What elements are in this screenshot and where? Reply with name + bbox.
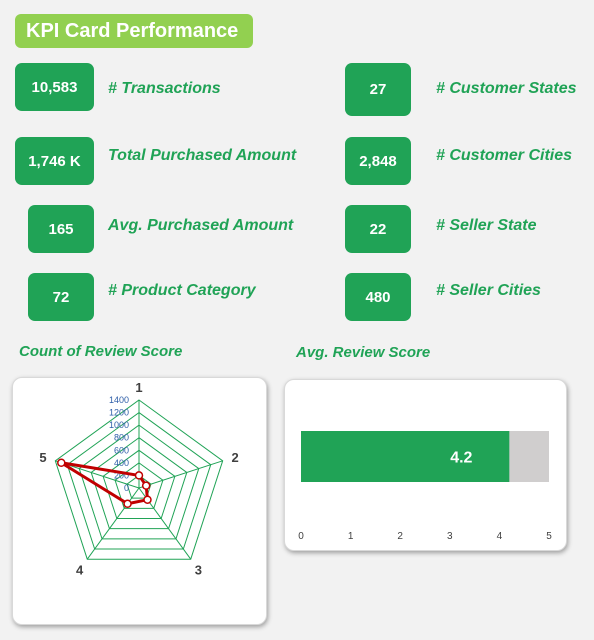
kpi-customer-states-value: 27 [345, 63, 411, 116]
kpi-product-category-value: 72 [28, 273, 94, 321]
radar-tick-label: 1200 [109, 408, 129, 418]
kpi-customer-cities-value: 2,848 [345, 137, 411, 185]
radar-chart: 020040060080010001200140012345 [39, 380, 238, 578]
kpi-product-category-label: # Product Category [108, 282, 256, 299]
bar-data-label: 4.2 [450, 450, 472, 467]
radar-point [143, 495, 152, 504]
kpi-avg-purchased-value: 165 [28, 205, 94, 253]
bar-chart-card: 4.2 0 1 2 3 4 5 [284, 379, 567, 551]
radar-category-label: 1 [135, 380, 142, 395]
radar-category-label: 2 [231, 450, 238, 465]
bar-axis-tick-label: 5 [546, 531, 552, 542]
radar-category-label: 5 [39, 450, 46, 465]
radar-chart-title: Count of Review Score [19, 343, 183, 360]
radar-point [134, 471, 144, 480]
kpi-customer-cities-label: # Customer Cities [436, 147, 573, 164]
bar-axis-tick-label: 4 [497, 531, 503, 542]
radar-series-line [59, 461, 149, 506]
radar-chart-card: 0 200 400 600 800 1000 1200 1400 1 2 3 4 5 [12, 377, 267, 625]
kpi-avg-purchased-label: Avg. Purchased Amount [108, 217, 294, 234]
kpi-customer-states-label: # Customer States [436, 80, 577, 97]
bar-axis-tick-label: 1 [348, 531, 354, 542]
radar-spoke [86, 487, 140, 560]
bar-chart: 4.2 0 1 2 3 4 5 [298, 431, 552, 542]
kpi-seller-state-label: # Seller State [436, 217, 537, 234]
radar-point [141, 481, 151, 490]
kpi-transactions-label: # Transactions [108, 80, 221, 97]
bar-axis-tick-label: 2 [397, 531, 403, 542]
kpi-seller-state-value: 22 [345, 205, 411, 253]
bar-axis-tick-label: 0 [298, 531, 304, 542]
radar-tick-label: 1400 [109, 395, 129, 405]
radar-category-label: 4 [76, 563, 84, 578]
radar-spoke [138, 460, 223, 489]
kpi-transactions-value: 10,583 [15, 63, 94, 111]
kpi-total-purchased-value: 1,746 K [15, 137, 94, 185]
kpi-seller-cities-value: 480 [345, 273, 411, 321]
radar-category-label: 3 [195, 563, 202, 578]
bar-value [301, 431, 510, 482]
radar-tick-label: 0 [124, 483, 129, 493]
radar-tick-label: 400 [114, 458, 129, 468]
radar-tick-label: 800 [114, 433, 129, 443]
radar-point [57, 458, 66, 467]
radar-tick-label: 1000 [109, 420, 129, 430]
radar-point [123, 499, 132, 509]
radar-tick-label: 600 [114, 445, 129, 455]
kpi-seller-cities-label: # Seller Cities [436, 282, 541, 299]
kpi-total-purchased-label: Total Purchased Amount [108, 147, 297, 164]
bar-chart-title: Avg. Review Score [296, 344, 431, 361]
bar-axis-tick-label: 3 [447, 531, 453, 542]
page-title: KPI Card Performance [15, 14, 253, 48]
